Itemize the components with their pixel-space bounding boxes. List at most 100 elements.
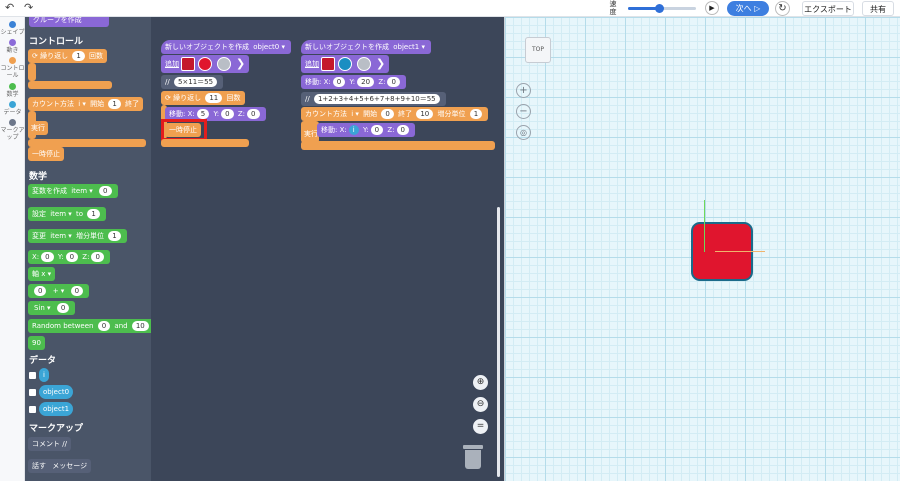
change-value-input[interactable]: 1 [108, 231, 121, 241]
palette-count-block[interactable]: カウント方法 i ▾ 開始 1 終了 [28, 97, 144, 111]
x-input[interactable]: 5 [196, 109, 210, 119]
play-button[interactable]: ▶ [705, 1, 719, 15]
palette-make-var-block[interactable]: 変数を作成 item ▾ 0 [28, 184, 118, 198]
cube-shape-icon[interactable] [181, 57, 196, 71]
repeat-count-input[interactable]: 11 [205, 93, 223, 103]
chevron-right-icon[interactable]: ❯ [376, 55, 385, 73]
z-input[interactable]: 0 [91, 252, 104, 262]
chevron-right-icon[interactable]: ❯ [236, 55, 245, 73]
data-checkbox-i[interactable] [29, 372, 36, 379]
palette-axis-block[interactable]: 軸 x ▾ [28, 267, 56, 281]
speed-slider-knob[interactable] [655, 4, 664, 13]
create-object-block-0[interactable]: 新しいオブジェクトを作成 object0 ▾ [161, 40, 292, 54]
zoom-in-button[interactable]: ⊕ [473, 375, 488, 390]
top-view-cube[interactable]: TOP [525, 37, 551, 63]
count-var-dropdown[interactable]: i ▾ [351, 107, 359, 121]
stage-zoom-out-button[interactable]: − [516, 104, 531, 119]
op-dropdown[interactable]: + ▾ [53, 284, 65, 298]
x-var-input[interactable]: i [348, 125, 359, 135]
data-checkbox-object0[interactable] [29, 389, 36, 396]
palette-number-block[interactable]: 90 [28, 336, 45, 350]
x-input[interactable]: 0 [41, 252, 54, 262]
data-var-object1[interactable]: object1 [39, 402, 74, 416]
add-shape-block-1[interactable]: 追加 ❯ [301, 55, 390, 73]
move-block-1[interactable]: 移動: X: 0 Y: 20 Z: 0 [301, 75, 406, 89]
comment-input[interactable]: 5×11＝55 [173, 77, 218, 87]
palette-change-block[interactable]: 変更 item ▾ 増分単位 1 [28, 229, 127, 243]
category-motion[interactable]: 動き [0, 39, 25, 54]
workspace-scrollbar[interactable] [497, 207, 500, 477]
make-var-dropdown[interactable]: item ▾ [71, 184, 93, 198]
step-input[interactable]: 1 [469, 109, 483, 119]
color-swatch-red[interactable] [198, 57, 213, 71]
palette-sin-block[interactable]: Sin ▾ 0 [28, 301, 76, 315]
category-math[interactable]: 数学 [0, 83, 25, 98]
count-var-dropdown[interactable]: i ▾ [78, 97, 86, 111]
y-input[interactable]: 0 [221, 109, 234, 119]
z-input[interactable]: 0 [387, 77, 400, 87]
export-button[interactable]: エクスポート [802, 1, 854, 16]
stage-zoom-in-button[interactable]: + [516, 83, 531, 98]
y-input[interactable]: 0 [65, 252, 79, 262]
y-input[interactable]: 20 [357, 77, 375, 87]
end-input[interactable]: 10 [416, 109, 434, 119]
z-input[interactable]: 0 [396, 125, 409, 135]
stage-recenter-button[interactable]: ◎ [516, 125, 531, 140]
trash-icon[interactable] [463, 445, 483, 469]
change-var-dropdown[interactable]: item ▾ [50, 229, 72, 243]
next-button[interactable]: 次へ ▷ [727, 1, 769, 16]
share-button[interactable]: 共有 [862, 1, 894, 16]
reset-button[interactable]: ↻ [775, 1, 790, 16]
repeat-count-input[interactable]: 1 [72, 51, 85, 61]
object-name-dropdown[interactable]: object1 ▾ [393, 40, 425, 54]
zoom-out-button[interactable]: ⊖ [473, 397, 488, 412]
palette-comment-block[interactable]: コメント // [28, 437, 71, 451]
data-var-object0[interactable]: object0 [39, 385, 74, 399]
count-block-1[interactable]: カウント方法 i ▾ 開始 0 終了 10 増分単位 1 [301, 107, 489, 121]
palette-set-block[interactable]: 設定 item ▾ to 1 [28, 207, 106, 221]
start-input[interactable]: 0 [381, 109, 394, 119]
create-object-block-1[interactable]: 新しいオブジェクトを作成 object1 ▾ [301, 40, 432, 54]
op-left-input[interactable]: 0 [34, 286, 47, 296]
add-shape-block-0[interactable]: 追加 ❯ [161, 55, 250, 73]
count-start-input[interactable]: 1 [108, 99, 121, 109]
comment-block-0[interactable]: // 5×11＝55 [161, 75, 224, 89]
make-var-value-input[interactable]: 0 [99, 186, 112, 196]
texture-swatch-gray[interactable] [356, 57, 371, 71]
texture-swatch-gray[interactable] [216, 57, 231, 71]
comment-block-1[interactable]: // 1+2+3+4+5+6+7+8+9+10＝55 [301, 92, 446, 106]
sin-dropdown[interactable]: Sin ▾ [34, 301, 51, 315]
repeat-block-0[interactable]: ⟳ 繰り返し 11 回数 [161, 91, 245, 105]
code-workspace[interactable]: 新しいオブジェクトを作成 object0 ▾ 追加 ❯ // 5×11＝55 ⟳… [151, 17, 504, 481]
op-right-input[interactable]: 0 [70, 286, 84, 296]
z-input[interactable]: 0 [247, 109, 260, 119]
palette-repeat-block[interactable]: ⟳ 繰り返し 1 回数 [28, 49, 108, 63]
color-swatch-blue[interactable] [338, 57, 353, 71]
data-var-i[interactable]: i [39, 368, 49, 382]
set-var-dropdown[interactable]: item ▾ [50, 207, 72, 221]
sin-value-input[interactable]: 0 [56, 303, 70, 313]
palette-xyz-block[interactable]: X: 0 Y: 0 Z: 0 [28, 250, 110, 264]
y-input[interactable]: 0 [370, 125, 384, 135]
comment-input[interactable]: 1+2+3+4+5+6+7+8+9+10＝55 [313, 94, 440, 104]
category-control[interactable]: コントロール [0, 57, 25, 79]
undo-icon[interactable]: ↶ [5, 1, 14, 15]
random-min-input[interactable]: 0 [97, 321, 111, 331]
object-name-dropdown[interactable]: object0 ▾ [253, 40, 285, 54]
category-data[interactable]: データ [0, 101, 25, 116]
set-value-input[interactable]: 1 [87, 209, 100, 219]
x-input[interactable]: 0 [332, 77, 346, 87]
move-block-2[interactable]: 移動: X: i Y: 0 Z: 0 [317, 123, 415, 137]
palette-random-block[interactable]: Random between 0 and 10 [28, 319, 151, 333]
palette-group-block[interactable]: グループを作成 [29, 17, 109, 27]
speed-slider[interactable] [628, 4, 696, 13]
redo-icon[interactable]: ↷ [24, 1, 33, 15]
palette-pause-block[interactable]: 一時停止 [28, 147, 64, 161]
center-button[interactable]: = [473, 419, 488, 434]
cube-shape-icon[interactable] [321, 57, 336, 71]
palette-say-block[interactable]: 話す メッセージ [28, 459, 92, 473]
category-markup[interactable]: マークアップ [0, 119, 25, 141]
random-max-input[interactable]: 10 [131, 321, 149, 331]
data-checkbox-object1[interactable] [29, 406, 36, 413]
palette-operator-block[interactable]: 0 + ▾ 0 [28, 284, 90, 298]
